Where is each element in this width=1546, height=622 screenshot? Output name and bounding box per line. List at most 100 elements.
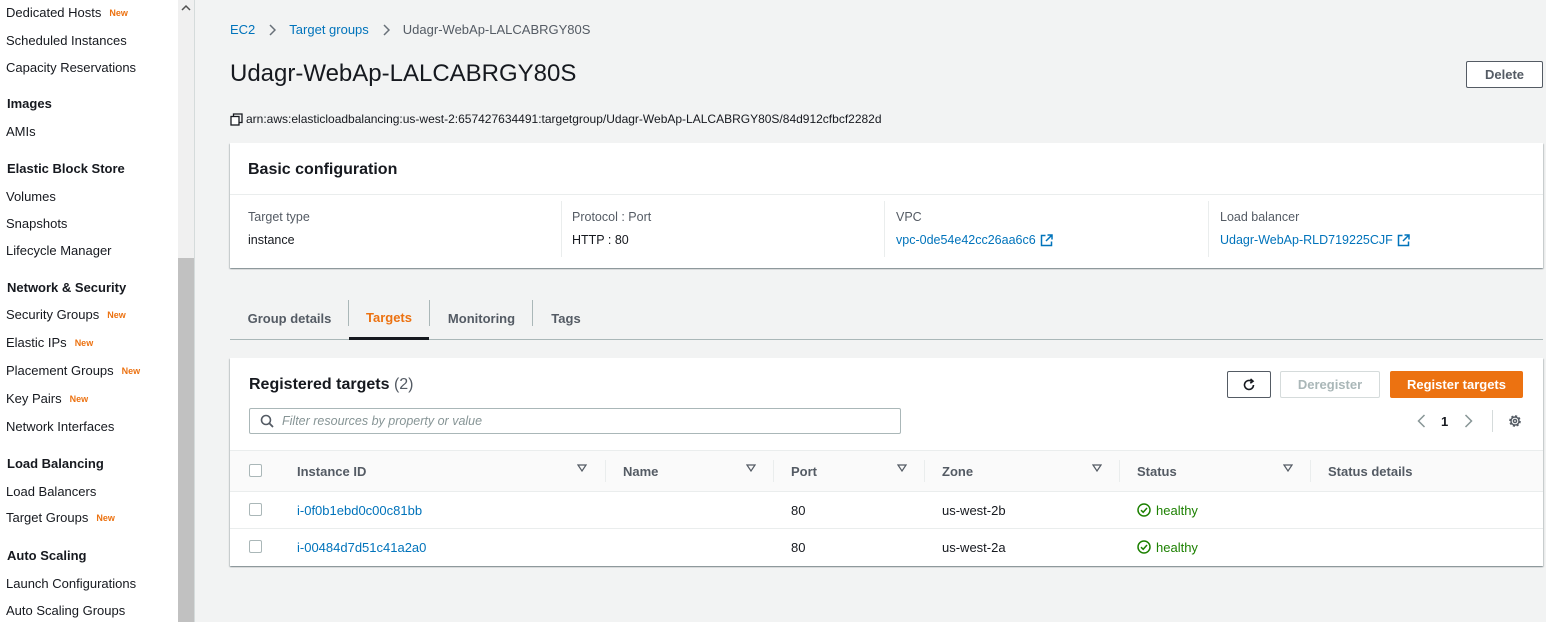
sort-caret-icon[interactable]	[1283, 464, 1295, 476]
panel-divider	[230, 194, 1543, 195]
zone-cell: us-west-2a	[942, 539, 1006, 555]
sidebar-item-label: Load Balancers	[6, 484, 97, 499]
row-checkbox[interactable]	[249, 503, 262, 516]
sidebar-item-label: Dedicated Hosts	[6, 5, 102, 20]
sidebar-item-target-groups[interactable]: Target Groups New	[6, 510, 115, 525]
select-all-checkbox[interactable]	[249, 464, 262, 477]
tab-targets[interactable]: Targets	[349, 298, 429, 340]
main-content: EC2 Target groups Udagr-WebAp-LALCABRGY8…	[196, 0, 1546, 622]
scrollbar-thumb[interactable]	[178, 258, 194, 622]
table-header: Instance ID Name Port Zone Status Status…	[230, 450, 1543, 492]
sidebar-item-snapshots[interactable]: Snapshots	[6, 216, 67, 231]
pager-divider	[1492, 410, 1493, 432]
sidebar-item-key-pairs[interactable]: Key Pairs New	[6, 391, 88, 406]
status-badge: healthy	[1137, 540, 1198, 555]
status-text: healthy	[1156, 539, 1198, 555]
sidebar-item-capacity-reservations[interactable]: Capacity Reservations	[6, 60, 136, 75]
tab-monitoring[interactable]: Monitoring	[430, 298, 533, 339]
sidebar-item-scheduled-instances[interactable]: Scheduled Instances	[6, 33, 127, 48]
sidebar-item-security-groups[interactable]: Security Groups New	[6, 307, 126, 322]
register-targets-button[interactable]: Register targets	[1390, 371, 1523, 398]
column-header-status[interactable]: Status	[1137, 451, 1177, 491]
panel-title: Registered targets	[249, 376, 390, 393]
sidebar-item-label: Volumes	[6, 189, 56, 204]
sidebar-item-network-interfaces[interactable]: Network Interfaces	[6, 419, 114, 434]
sidebar-heading-images: Images	[7, 96, 52, 111]
zone-cell: us-west-2b	[942, 502, 1006, 518]
sidebar-item-label: Launch Configurations	[6, 576, 137, 591]
status-text: healthy	[1156, 502, 1198, 518]
sidebar-item-amis[interactable]: AMIs	[6, 124, 36, 139]
tab-group-details[interactable]: Group details	[230, 298, 349, 339]
new-badge: New	[96, 513, 115, 523]
column-header-name[interactable]: Name	[623, 451, 658, 491]
sidebar-item-label: Security Groups	[6, 307, 100, 322]
table-row[interactable]: i-00484d7d51c41a2a0 80 us-west-2a health…	[230, 529, 1543, 566]
column-header-port[interactable]: Port	[791, 451, 817, 491]
load-balancer-link[interactable]: Udagr-WebAp-RLD719225CJF	[1220, 233, 1410, 247]
copy-icon[interactable]	[230, 112, 243, 126]
search-icon	[260, 414, 274, 428]
sidebar-item-launch-configurations[interactable]: Launch Configurations	[6, 576, 136, 591]
sidebar-item-auto-scaling-groups[interactable]: Auto Scaling Groups	[6, 603, 125, 618]
column-divider	[773, 460, 774, 482]
sidebar-item-label: Placement Groups	[6, 363, 114, 378]
column-header-instance-id[interactable]: Instance ID	[297, 451, 366, 491]
sidebar-item-label: Target Groups	[6, 510, 89, 525]
registered-targets-heading: Registered targets (2)	[249, 376, 414, 394]
gear-icon[interactable]	[1507, 413, 1523, 429]
sidebar-item-lifecycle-manager[interactable]: Lifecycle Manager	[6, 243, 112, 258]
page-number[interactable]: 1	[1441, 414, 1448, 429]
sidebar-item-label: Capacity Reservations	[6, 60, 137, 75]
load-balancer-field: Load balancer Udagr-WebAp-RLD719225CJF	[1202, 210, 1525, 260]
sidebar-item-label: Scheduled Instances	[6, 33, 127, 48]
tab-tags[interactable]: Tags	[533, 298, 599, 339]
instance-id-link[interactable]: i-00484d7d51c41a2a0	[297, 529, 426, 565]
sidebar-heading-load-balancing: Load Balancing	[7, 456, 104, 471]
field-label: Load balancer	[1220, 210, 1300, 224]
breadcrumb-ec2-link[interactable]: EC2	[230, 22, 255, 37]
vpc-link-text: vpc-0de54e42cc26aa6c6	[896, 233, 1036, 247]
column-header-status-details[interactable]: Status details	[1328, 451, 1413, 491]
refresh-button[interactable]	[1227, 371, 1271, 398]
column-header-zone[interactable]: Zone	[942, 451, 973, 491]
row-checkbox[interactable]	[249, 540, 262, 553]
table-row[interactable]: i-0f0b1ebd0c00c81bb 80 us-west-2b health…	[230, 492, 1543, 529]
vpc-link[interactable]: vpc-0de54e42cc26aa6c6	[896, 233, 1053, 247]
sidebar-item-dedicated-hosts[interactable]: Dedicated Hosts New	[6, 5, 128, 20]
panel-title: Basic configuration	[248, 161, 398, 178]
column-divider	[1310, 460, 1311, 482]
sidebar-item-load-balancers[interactable]: Load Balancers	[6, 484, 96, 499]
chevron-left-icon[interactable]	[1413, 413, 1429, 429]
breadcrumb-target-groups-link[interactable]: Target groups	[289, 22, 369, 37]
chevron-right-icon[interactable]	[1460, 413, 1476, 429]
port-cell: 80	[791, 502, 806, 518]
registered-targets-panel: Registered targets (2) Deregister Regist…	[230, 358, 1543, 566]
sidebar-item-label: Lifecycle Manager	[6, 243, 112, 258]
external-link-icon	[1397, 233, 1410, 247]
status-cell: healthy	[1137, 529, 1198, 565]
arn-text: arn:aws:elasticloadbalancing:us-west-2:6…	[246, 112, 882, 126]
sidebar-item-label: Elastic IPs	[6, 335, 67, 350]
field-value: HTTP : 80	[572, 233, 629, 247]
scroll-up-arrow-icon[interactable]	[178, 0, 194, 16]
filter-input[interactable]	[282, 414, 882, 428]
sidebar: Dedicated Hosts New Scheduled Instances C…	[0, 0, 195, 622]
sidebar-item-placement-groups[interactable]: Placement Groups New	[6, 363, 140, 378]
sidebar-scrollbar[interactable]	[178, 0, 194, 622]
delete-button[interactable]: Delete	[1466, 61, 1543, 88]
instance-id-link[interactable]: i-0f0b1ebd0c00c81bb	[297, 492, 422, 528]
sidebar-item-elastic-ips[interactable]: Elastic IPs New	[6, 335, 93, 350]
sort-caret-icon[interactable]	[746, 464, 758, 476]
sort-caret-icon[interactable]	[1092, 464, 1104, 476]
basic-configuration-panel: Basic configuration Target type instance…	[230, 143, 1543, 268]
sort-caret-icon[interactable]	[577, 464, 589, 476]
chevron-right-icon	[265, 23, 279, 37]
status-cell: healthy	[1137, 492, 1198, 528]
sidebar-item-volumes[interactable]: Volumes	[6, 189, 56, 204]
refresh-icon	[1242, 377, 1256, 392]
sidebar-heading-network-security: Network & Security	[7, 280, 127, 295]
field-label: Target type	[248, 210, 310, 224]
sort-caret-icon[interactable]	[897, 464, 909, 476]
deregister-button[interactable]: Deregister	[1280, 371, 1380, 398]
